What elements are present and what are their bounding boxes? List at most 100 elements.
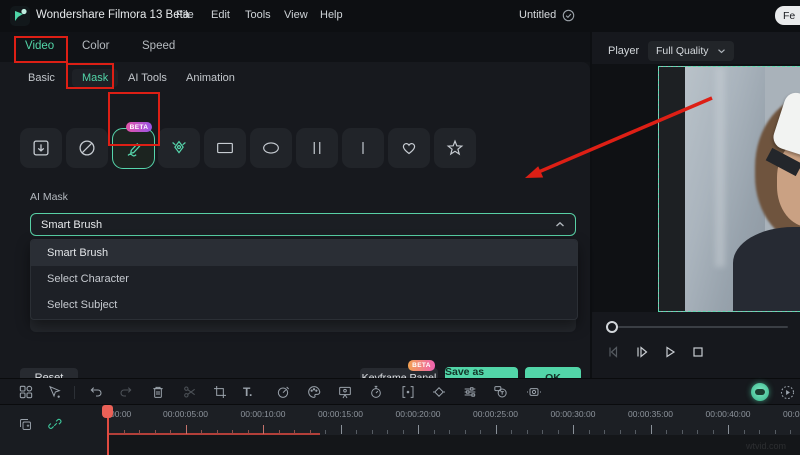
subtab-ai-tools[interactable]: AI Tools [128, 72, 167, 84]
ruler-tick [402, 430, 404, 434]
tab-video[interactable]: Video [25, 40, 54, 52]
ruler-tick [325, 430, 326, 434]
subtab-basic[interactable]: Basic [28, 72, 55, 84]
subtitle-icon[interactable] [492, 384, 508, 400]
no-mask-icon [79, 140, 95, 156]
mark-in-out-icon[interactable] [400, 384, 416, 400]
saved-check-icon [562, 9, 575, 22]
ruler-tick [309, 430, 311, 434]
heart-mask-icon [402, 143, 416, 155]
split-scissors-icon[interactable] [182, 384, 198, 400]
mask-star-button[interactable] [434, 128, 476, 168]
ruler-tick [666, 430, 667, 434]
speed-ramp-icon[interactable] [275, 384, 291, 400]
select-cursor-icon[interactable] [46, 384, 62, 400]
properties-panel: Video Color Speed Basic Mask AI Tools An… [0, 32, 590, 390]
mask-heart-button[interactable] [388, 128, 430, 168]
link-clips-icon[interactable] [48, 417, 63, 432]
menu-tools[interactable]: Tools [245, 9, 271, 21]
video-dark-wall [659, 67, 685, 311]
menu-edit[interactable]: Edit [211, 9, 230, 21]
mask-double-line-button[interactable] [296, 128, 338, 168]
ai-mask-selected-value: Smart Brush [41, 218, 103, 231]
ruler-tick [759, 430, 760, 434]
mask-smart-brush-button[interactable] [112, 128, 155, 169]
ruler-timestamp: 00:00:05:00 [163, 409, 208, 419]
copy-clip-icon[interactable] [18, 417, 33, 432]
playhead-handle[interactable] [102, 405, 113, 418]
feedback-button[interactable]: Fe [775, 6, 800, 25]
ruler-tick [433, 430, 435, 434]
ruler-tick [356, 430, 357, 434]
preview-area [592, 64, 800, 312]
timeline-ruler[interactable]: 00:00 00:00:05:00 00:00:10:00 00:00:15:00 00… [108, 405, 800, 435]
ruler-tick [154, 430, 156, 434]
edit-toolbar: T. [0, 378, 800, 405]
ruler-tick [278, 430, 280, 434]
ruler-tick [340, 425, 342, 434]
subtab-animation[interactable]: Animation [186, 72, 235, 84]
mask-single-line-button[interactable] [342, 128, 384, 168]
ruler-tick [511, 430, 512, 434]
mask-pen-button[interactable] [158, 128, 200, 168]
screen-presenter-icon[interactable] [337, 384, 353, 400]
ruler-tick [247, 430, 249, 434]
menu-help[interactable]: Help [320, 9, 343, 21]
chevron-down-icon [718, 49, 725, 54]
previous-frame-button[interactable] [606, 344, 624, 362]
mask-ellipse-button[interactable] [250, 128, 292, 168]
seek-track[interactable] [618, 326, 788, 328]
keyframe-icon[interactable] [431, 384, 447, 400]
ruler-tick [263, 425, 264, 434]
double-line-mask-icon [313, 142, 321, 154]
seek-knob[interactable] [606, 321, 618, 333]
menu-file[interactable]: File [176, 9, 194, 21]
crop-icon[interactable] [212, 384, 228, 400]
keyframe-beta-badge: BETA [408, 360, 435, 371]
delete-icon[interactable] [150, 384, 166, 400]
tab-speed[interactable]: Speed [142, 40, 175, 52]
green-toggle-button[interactable] [751, 383, 769, 401]
ruler-timestamp: 00:00 [110, 409, 132, 419]
redo-icon[interactable] [118, 384, 134, 400]
play-button[interactable] [662, 344, 680, 362]
media-grid-icon[interactable] [18, 384, 34, 400]
ruler-tick [294, 430, 295, 434]
ruler-tick [371, 430, 373, 434]
seek-bar[interactable] [592, 316, 800, 334]
video-canvas[interactable] [658, 66, 800, 312]
subtab-mask[interactable]: Mask [72, 69, 119, 87]
ruler-tick [232, 430, 233, 434]
chevron-up-icon [556, 221, 564, 227]
panel-tabbar: Video Color Speed [0, 32, 590, 62]
mask-rectangle-button[interactable] [204, 128, 246, 168]
menu-view[interactable]: View [284, 9, 308, 21]
undo-icon[interactable] [88, 384, 104, 400]
option-smart-brush[interactable]: Smart Brush [31, 240, 577, 266]
ruler-timestamp: 00:00:35:00 [628, 409, 673, 419]
option-select-subject[interactable]: Select Subject [31, 292, 577, 318]
ruler-tick [573, 425, 574, 434]
tab-color[interactable]: Color [82, 40, 109, 52]
ruler-timestamp: 00:00:20:00 [395, 409, 441, 419]
text-tool-icon[interactable]: T. [243, 384, 259, 400]
quality-value: Full Quality [656, 45, 709, 57]
adjust-sliders-icon[interactable] [462, 384, 478, 400]
timer-icon[interactable] [368, 384, 384, 400]
pen-tool-icon [172, 140, 186, 154]
mask-import-button[interactable] [20, 128, 62, 168]
ruler-tick [635, 430, 636, 434]
mask-none-button[interactable] [66, 128, 108, 168]
step-forward-button[interactable] [634, 344, 652, 362]
ai-mask-dropdown[interactable]: Smart Brush [30, 213, 576, 236]
stop-button[interactable] [690, 344, 708, 362]
ruler-tick [526, 430, 528, 434]
ruler-tick [185, 425, 187, 434]
color-palette-icon[interactable] [306, 384, 322, 400]
render-preview-icon[interactable] [779, 384, 795, 400]
playback-quality-dropdown[interactable]: Full Quality [648, 41, 734, 61]
track-camera-icon[interactable] [524, 384, 541, 400]
option-select-character[interactable]: Select Character [31, 266, 577, 292]
ruler-tick [542, 430, 543, 434]
title-bar: Wondershare Filmora 13 Beta File Edit To… [0, 0, 800, 32]
